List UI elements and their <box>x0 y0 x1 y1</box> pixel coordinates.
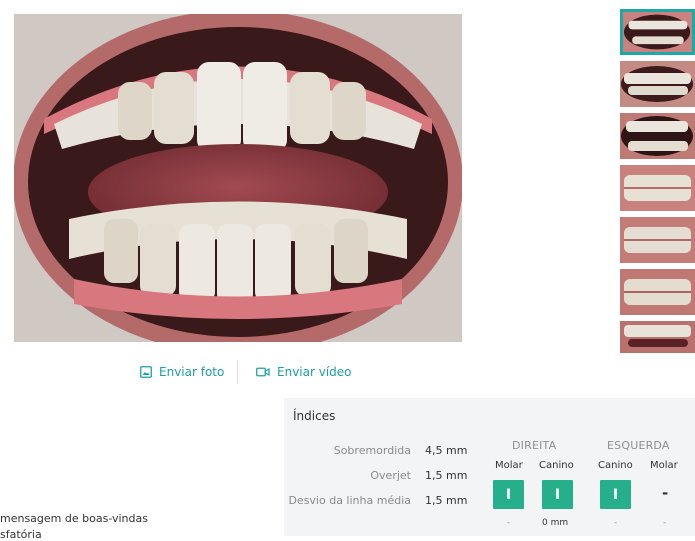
video-icon <box>256 367 270 377</box>
satisfactory-text: sfatória <box>0 528 42 541</box>
left-canine-bottom-value: - <box>614 518 618 528</box>
indices-panel: Índices Sobremordida 4,5 mm Overjet 1,5 … <box>284 398 695 536</box>
send-video-button[interactable]: Enviar vídeo <box>256 363 352 381</box>
thumbnail-4[interactable] <box>620 165 695 211</box>
left-molar-bottom-value: - <box>663 518 667 528</box>
welcome-message-text: mensagem de boas-vindas <box>0 512 148 525</box>
action-divider <box>237 360 238 384</box>
thumbnail-5[interactable] <box>620 217 695 263</box>
right-canine-bottom-value: 0 mm <box>542 518 569 528</box>
send-video-label: Enviar vídeo <box>277 365 352 379</box>
thumbnail-6[interactable] <box>620 269 695 315</box>
overbite-label: Sobremordida <box>333 444 411 457</box>
thumbnail-3[interactable] <box>620 113 695 159</box>
send-photo-label: Enviar foto <box>159 365 225 379</box>
right-molar-class-button[interactable]: I <box>493 480 524 509</box>
midline-deviation-value: 1,5 mm <box>425 494 468 507</box>
thumbnail-7[interactable] <box>620 321 695 353</box>
overbite-value: 4,5 mm <box>425 444 468 457</box>
right-canine-class-button[interactable]: I <box>542 480 573 509</box>
midline-deviation-label: Desvio da linha média <box>288 494 411 507</box>
overjet-value: 1,5 mm <box>425 469 468 482</box>
right-side-heading: DIREITA <box>512 439 557 452</box>
left-molar-class-value[interactable]: - <box>662 484 668 502</box>
image-icon <box>140 366 152 378</box>
left-canine-heading: Canino <box>598 460 633 471</box>
thumbnail-1[interactable] <box>620 9 695 55</box>
main-photo <box>14 14 462 342</box>
send-photo-button[interactable]: Enviar foto <box>140 363 224 381</box>
left-side-heading: ESQUERDA <box>607 439 670 452</box>
thumbnail-2[interactable] <box>620 61 695 107</box>
right-canine-heading: Canino <box>539 460 574 471</box>
left-canine-class-button[interactable]: I <box>600 480 631 509</box>
left-molar-heading: Molar <box>650 460 678 471</box>
indices-title: Índices <box>293 409 336 423</box>
right-molar-bottom-value: - <box>507 518 511 528</box>
right-molar-heading: Molar <box>495 460 523 471</box>
overjet-label: Overjet <box>370 469 411 482</box>
